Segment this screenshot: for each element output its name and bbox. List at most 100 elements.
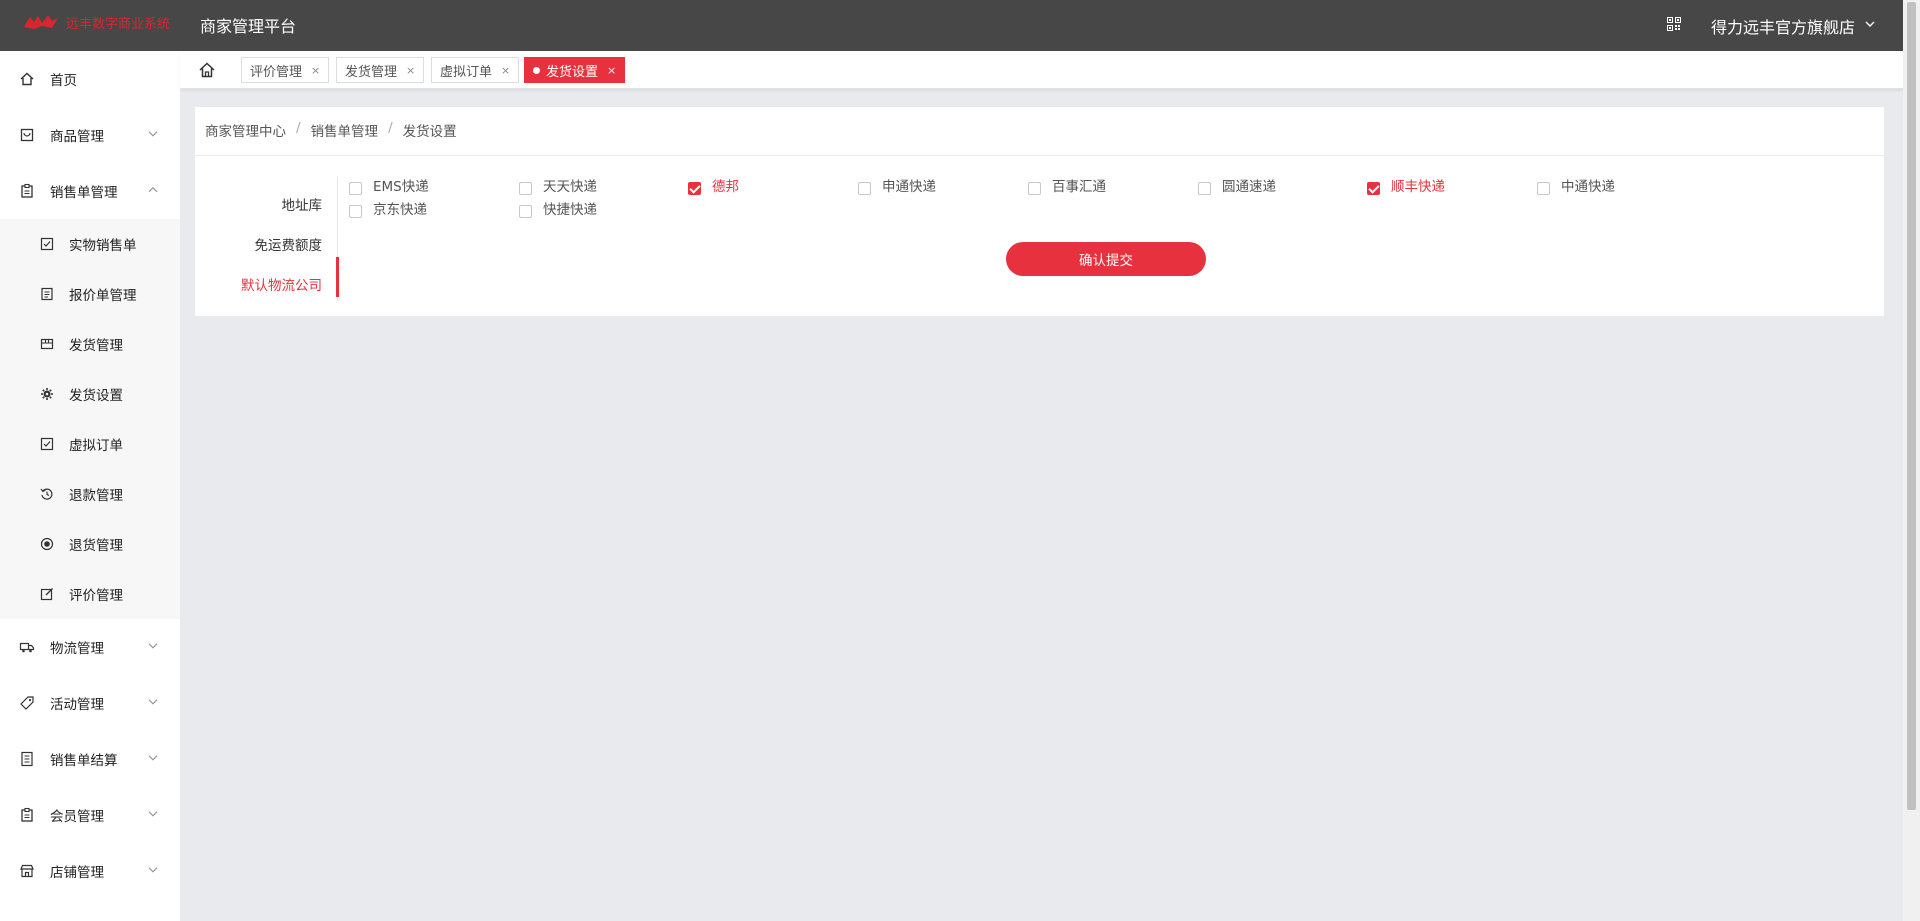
- breadcrumb-item[interactable]: 销售单管理: [311, 120, 379, 140]
- checkbox-box[interactable]: [519, 204, 532, 218]
- sidebar-item-label: 首页: [50, 73, 77, 89]
- sidebar-item-home[interactable]: 首页: [0, 51, 180, 107]
- sidebar-subitem-virtual-orders[interactable]: 虚拟订单: [0, 419, 180, 469]
- page-scrollbar[interactable]: [1903, 0, 1920, 921]
- truck-icon: [19, 642, 35, 653]
- chevron-down-icon[interactable]: [1864, 18, 1876, 30]
- tab-virtual-orders[interactable]: 虚拟订单 ×: [431, 57, 520, 83]
- sidebar-item-label: 物流管理: [50, 641, 104, 657]
- sidebar-subitem-label: 评价管理: [69, 588, 123, 604]
- checkbox-label: 京东快递: [373, 202, 427, 218]
- close-icon[interactable]: ×: [501, 64, 510, 77]
- checkbox-box[interactable]: [858, 181, 871, 195]
- close-icon[interactable]: ×: [607, 64, 616, 77]
- return-icon: [40, 537, 54, 551]
- sidebar-item-members[interactable]: 会员管理: [0, 787, 180, 843]
- sidebar-item-logistics[interactable]: 物流管理: [0, 619, 180, 675]
- refund-icon: [40, 488, 53, 500]
- tab-shipping-management[interactable]: 发货管理 ×: [336, 57, 425, 83]
- sidebar-subitem-shipping-settings[interactable]: 发货设置: [0, 369, 180, 419]
- courier-checkbox-ems[interactable]: EMS快递: [349, 175, 429, 195]
- box-icon: [40, 338, 54, 350]
- chevron-down-icon: [148, 643, 158, 649]
- courier-checkbox-huitong[interactable]: 百事汇通: [1028, 175, 1106, 195]
- tab-label: 发货管理: [345, 64, 398, 80]
- courier-checkbox-tiantian[interactable]: 天天快递: [519, 175, 597, 195]
- courier-checkbox-shunfeng[interactable]: 顺丰快递: [1367, 175, 1445, 195]
- vtab-default-courier[interactable]: 默认物流公司: [241, 274, 322, 294]
- tab-strip: 评价管理 × 发货管理 × 虚拟订单 × 发货设置 ×: [180, 51, 1903, 89]
- sidebar-item-label: 商品管理: [50, 129, 104, 145]
- checkbox-box[interactable]: [688, 181, 701, 195]
- tab-label: 虚拟订单: [440, 64, 493, 80]
- checkbox-box[interactable]: [1198, 181, 1211, 195]
- goods-icon: [20, 128, 34, 142]
- home-icon[interactable]: [197, 60, 217, 80]
- checkbox-box[interactable]: [519, 181, 532, 195]
- active-tab-indicator: [336, 257, 339, 297]
- checkbox-label: EMS快递: [373, 179, 429, 195]
- sidebar-item-sales-orders[interactable]: 销售单管理: [0, 163, 180, 219]
- active-dot-icon: [533, 66, 540, 74]
- settings-vertical-tabs: 地址库 免运费额度 默认物流公司: [195, 177, 339, 301]
- sidebar-item-label: 会员管理: [50, 809, 104, 825]
- sidebar-subitem-quotes[interactable]: 报价单管理: [0, 269, 180, 319]
- sidebar-item-label: 店铺管理: [50, 865, 104, 881]
- sidebar-subitem-refunds[interactable]: 退款管理: [0, 469, 180, 519]
- settlement-icon: [21, 751, 33, 767]
- divider: [195, 155, 1884, 156]
- vtab-address-library[interactable]: 地址库: [282, 194, 323, 214]
- checklist-icon: [40, 437, 54, 451]
- close-icon[interactable]: ×: [311, 64, 320, 77]
- scrollbar-thumb[interactable]: [1907, 2, 1916, 810]
- vtab-free-shipping-limit[interactable]: 免运费额度: [255, 234, 323, 254]
- edit-icon: [40, 588, 53, 601]
- courier-checkbox-yuantong[interactable]: 圆通速递: [1198, 175, 1276, 195]
- document-icon: [41, 287, 53, 301]
- sidebar-subitem-returns[interactable]: 退货管理: [0, 519, 180, 569]
- breadcrumb-item[interactable]: 商家管理中心: [205, 120, 286, 140]
- sidebar-subitem-label: 虚拟订单: [69, 438, 123, 454]
- logo-mark-icon: [24, 15, 58, 29]
- sidebar-subitem-shipping[interactable]: 发货管理: [0, 319, 180, 369]
- sidebar-item-label: 销售单结算: [50, 753, 118, 769]
- sidebar-subitem-reviews[interactable]: 评价管理: [0, 569, 180, 619]
- shipping-settings-card: 商家管理中心 / 销售单管理 / 发货设置 地址库 免运费额度 默认物流公司 E…: [195, 107, 1884, 316]
- sidebar-item-settlement[interactable]: 销售单结算: [0, 731, 180, 787]
- checkbox-box[interactable]: [349, 204, 362, 218]
- chevron-up-icon: [148, 186, 158, 193]
- logo[interactable]: 远丰数字商业系统: [22, 11, 170, 33]
- sidebar-subitem-label: 退款管理: [69, 488, 123, 504]
- store-name-dropdown[interactable]: 得力远丰官方旗舰店: [1711, 14, 1855, 38]
- checkbox-label: 申通快递: [882, 179, 936, 195]
- close-icon[interactable]: ×: [406, 64, 415, 77]
- courier-checkbox-jingdong[interactable]: 京东快递: [349, 198, 427, 218]
- courier-checkbox-kuaijie[interactable]: 快捷快递: [519, 198, 597, 218]
- sidebar-subitem-label: 发货管理: [69, 338, 123, 354]
- checkbox-label: 百事汇通: [1052, 179, 1106, 195]
- chevron-down-icon: [148, 131, 158, 137]
- tab-review-management[interactable]: 评价管理 ×: [241, 57, 330, 83]
- checkbox-box[interactable]: [1537, 181, 1550, 195]
- sidebar: 实物销售单 报价单管理 发货管理 发货设置 虚拟订单 退款管理 退货管理 评价管…: [0, 51, 180, 921]
- sidebar-item-activities[interactable]: 活动管理: [0, 675, 180, 731]
- chevron-down-icon: [148, 755, 158, 761]
- sidebar-item-shop[interactable]: 店铺管理: [0, 843, 180, 899]
- courier-checkbox-zhongtong[interactable]: 中通快递: [1537, 175, 1615, 195]
- tag-icon: [20, 696, 34, 710]
- courier-checkbox-shentong[interactable]: 申通快递: [858, 175, 936, 195]
- sidebar-subitem-physical-orders[interactable]: 实物销售单: [0, 219, 180, 269]
- sidebar-subitem-label: 退货管理: [69, 538, 123, 554]
- breadcrumb-separator: /: [296, 120, 301, 136]
- chevron-down-icon: [148, 811, 158, 817]
- qrcode-icon[interactable]: [1667, 17, 1681, 31]
- checkbox-box[interactable]: [349, 181, 362, 195]
- confirm-submit-button[interactable]: 确认提交: [1006, 242, 1206, 276]
- checkbox-label: 快捷快递: [543, 202, 597, 218]
- sidebar-item-goods[interactable]: 商品管理: [0, 107, 180, 163]
- checkbox-box[interactable]: [1028, 181, 1041, 195]
- tab-shipping-settings[interactable]: 发货设置 ×: [524, 57, 626, 83]
- courier-checkbox-debang[interactable]: 德邦: [688, 175, 739, 195]
- chevron-down-icon: [148, 699, 158, 705]
- checkbox-box[interactable]: [1367, 181, 1380, 195]
